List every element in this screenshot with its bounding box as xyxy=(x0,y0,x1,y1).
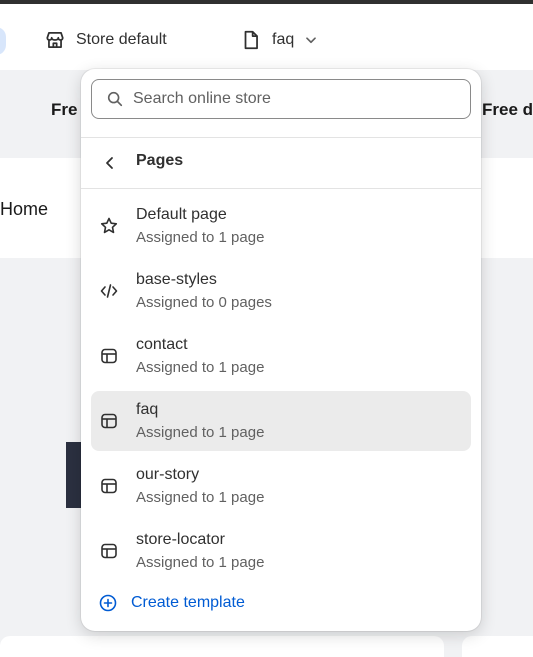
create-template-label: Create template xyxy=(131,594,245,611)
code-icon xyxy=(100,284,118,298)
template-selector-popover: Pages Default page Assigned to 1 page ba… xyxy=(81,69,481,631)
left-pill-button[interactable] xyxy=(0,27,6,55)
search-field[interactable] xyxy=(91,79,471,119)
template-item-base-styles[interactable]: base-styles Assigned to 0 pages xyxy=(91,261,471,321)
template-item-subtitle: Assigned to 1 page xyxy=(136,229,265,246)
search-icon xyxy=(107,91,123,107)
editor-topbar: Store default faq xyxy=(0,4,533,70)
section-card xyxy=(0,636,444,657)
template-item-subtitle: Assigned to 1 page xyxy=(136,424,265,441)
template-icon xyxy=(101,348,117,364)
chevron-down-icon xyxy=(306,37,317,44)
announcement-text-left: Fre xyxy=(51,100,78,119)
template-item-title: base-styles xyxy=(136,271,217,288)
template-icon xyxy=(101,413,117,429)
store-selector-label: Store default xyxy=(76,31,167,48)
template-item-subtitle: Assigned to 1 page xyxy=(136,489,265,506)
template-item-our-story[interactable]: our-story Assigned to 1 page xyxy=(91,456,471,516)
template-item-title: store-locator xyxy=(136,531,225,548)
template-item-faq[interactable]: faq Assigned to 1 page xyxy=(91,391,471,451)
template-item-title: Default page xyxy=(136,206,227,223)
template-item-default-page[interactable]: Default page Assigned to 1 page xyxy=(91,196,471,256)
chevron-left-icon[interactable] xyxy=(100,153,120,173)
page-icon xyxy=(244,30,258,50)
divider xyxy=(81,188,481,189)
template-item-subtitle: Assigned to 1 page xyxy=(136,359,265,376)
template-icon xyxy=(101,478,117,494)
search-input[interactable] xyxy=(133,90,453,108)
page-selector[interactable]: faq xyxy=(240,27,320,53)
nav-home-link[interactable]: Home xyxy=(0,199,48,220)
store-icon xyxy=(46,31,64,49)
template-item-contact[interactable]: contact Assigned to 1 page xyxy=(91,326,471,386)
template-item-title: faq xyxy=(136,401,159,418)
plus-circle-icon xyxy=(99,594,117,612)
pages-back-row[interactable]: Pages xyxy=(81,138,481,188)
section-title: Pages xyxy=(136,152,184,169)
template-item-subtitle: Assigned to 0 pages xyxy=(136,294,272,311)
template-item-title: our-story xyxy=(136,466,200,483)
section-card-secondary xyxy=(462,636,533,657)
template-icon xyxy=(101,543,117,559)
store-selector[interactable]: Store default xyxy=(44,27,167,53)
page-selector-label: faq xyxy=(272,31,295,48)
star-icon xyxy=(100,217,118,234)
announcement-text-right: Free d xyxy=(482,100,533,119)
template-item-subtitle: Assigned to 1 page xyxy=(136,554,265,571)
create-template-button[interactable]: Create template xyxy=(98,593,245,613)
template-item-title: contact xyxy=(136,336,188,353)
template-item-store-locator[interactable]: store-locator Assigned to 1 page xyxy=(91,521,471,581)
